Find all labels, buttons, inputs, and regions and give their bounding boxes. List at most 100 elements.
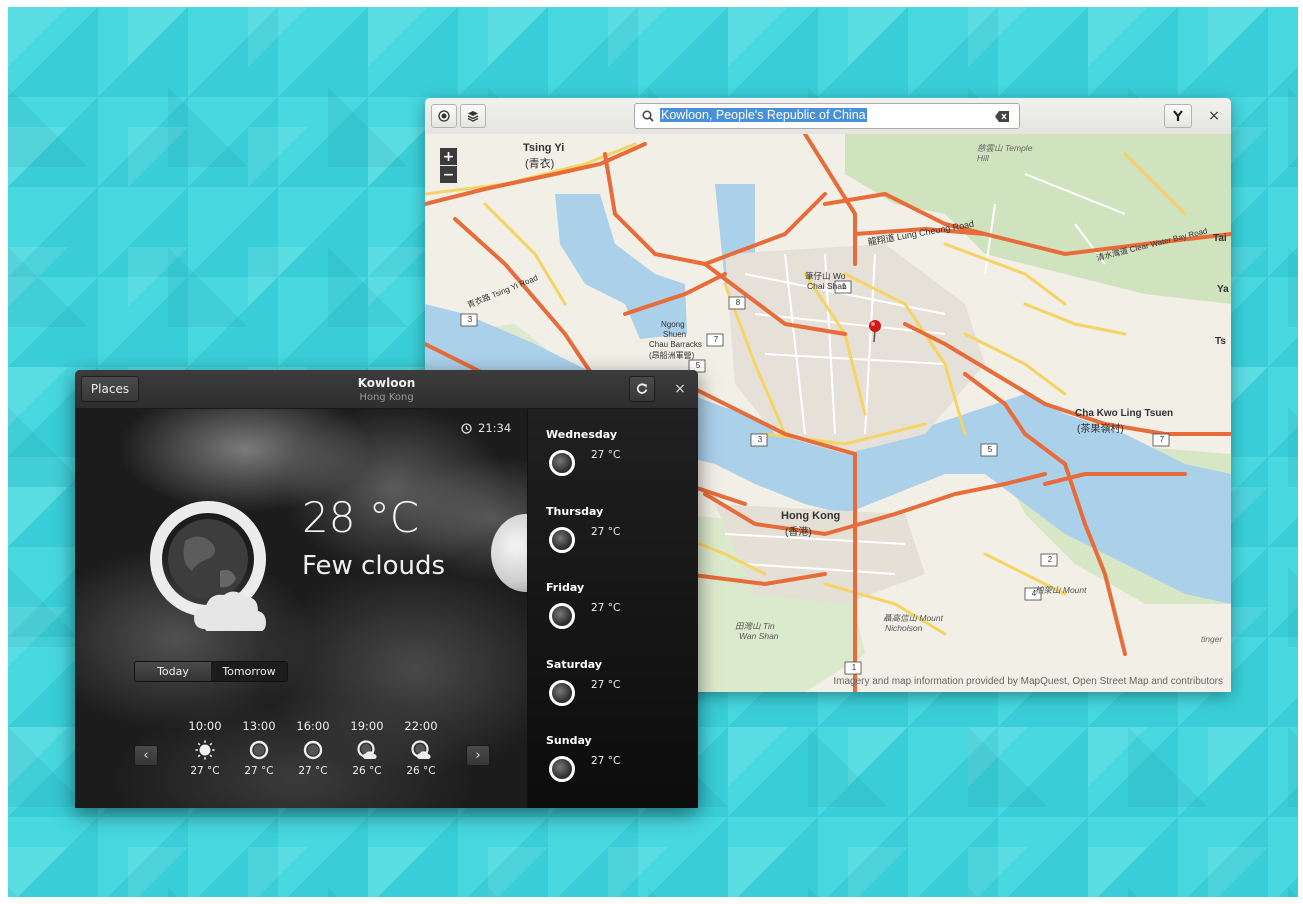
route-number: 3 bbox=[467, 315, 473, 324]
current-conditions-panel: 21:34 28 °C Few clouds Today Tomorrow ‹ … bbox=[75, 409, 527, 808]
map-label-tsing-yi: Tsing Yi bbox=[523, 142, 565, 154]
map-label-barracks-cn: (昂船洲軍營) bbox=[649, 351, 695, 360]
moon-icon bbox=[549, 527, 575, 553]
map-label-hong-kong: Hong Kong bbox=[781, 510, 841, 522]
moon-cloud-icon bbox=[357, 740, 377, 760]
weather-location-title: Kowloon bbox=[357, 376, 416, 390]
sun-icon bbox=[195, 740, 215, 760]
weather-close-button[interactable]: × bbox=[667, 376, 693, 402]
tab-tomorrow[interactable]: Tomorrow bbox=[211, 662, 287, 681]
location-target-icon bbox=[438, 110, 450, 122]
map-label-ngong: Ngong bbox=[661, 320, 685, 329]
forecast-day-name: Friday bbox=[546, 581, 585, 594]
refresh-icon bbox=[636, 383, 648, 394]
route-number: 4 bbox=[1031, 589, 1037, 598]
map-label-cha-kwo-ling-cn: (茶果嶺村) bbox=[1077, 424, 1124, 435]
hour-temp: 26 °C bbox=[352, 765, 382, 777]
maps-header-bar: Kowloon, People's Republic of China × bbox=[425, 98, 1231, 135]
map-label-wan-shan: Wan Shan bbox=[739, 631, 779, 641]
maps-close-button[interactable]: × bbox=[1203, 104, 1225, 128]
weather-window: Places Kowloon Hong Kong × 21:34 28 °C F… bbox=[75, 370, 698, 808]
map-attribution: Imagery and map information provided by … bbox=[833, 676, 1223, 687]
map-label-ts: Ts bbox=[1215, 336, 1226, 347]
moon-icon bbox=[549, 603, 575, 629]
zoom-out-button[interactable]: − bbox=[440, 166, 457, 183]
hour-temp: 27 °C bbox=[190, 765, 220, 777]
hour-time: 10:00 bbox=[188, 719, 222, 733]
route-number: 8 bbox=[735, 298, 741, 307]
moon-icon bbox=[549, 756, 575, 782]
forecast-day-name: Thursday bbox=[546, 505, 604, 518]
forecast-day-temp: 27 °C bbox=[591, 526, 621, 538]
moon-background-image bbox=[491, 514, 527, 592]
map-label-shuen: Shuen bbox=[663, 330, 687, 339]
route-number: 3 bbox=[757, 435, 763, 444]
hourly-item: 13:00 27 °C bbox=[239, 719, 279, 777]
hour-temp: 27 °C bbox=[244, 765, 274, 777]
hourly-item: 16:00 27 °C bbox=[293, 719, 333, 777]
current-condition: Few clouds bbox=[302, 551, 446, 581]
route-number: 7 bbox=[1159, 435, 1165, 444]
clock-time: 21:34 bbox=[478, 421, 512, 435]
map-label-hong-kong-cn: (香港) bbox=[785, 527, 812, 538]
hour-time: 22:00 bbox=[404, 719, 438, 733]
forecast-day-name: Sunday bbox=[546, 734, 592, 747]
route-fork-icon bbox=[1173, 110, 1183, 121]
day-toggle: Today Tomorrow bbox=[134, 661, 288, 682]
moon-icon bbox=[549, 450, 575, 476]
hourly-item: 22:00 26 °C bbox=[401, 719, 441, 777]
current-location-button[interactable] bbox=[431, 104, 457, 128]
moon-icon bbox=[549, 680, 575, 706]
forecast-day-temp: 27 °C bbox=[591, 755, 621, 767]
hourly-item: 19:00 26 °C bbox=[347, 719, 387, 777]
map-label-tsing-yi-cn: (青衣) bbox=[525, 158, 555, 170]
route-number: 1 bbox=[841, 282, 847, 291]
search-icon bbox=[642, 110, 654, 122]
route-number: 7 bbox=[713, 335, 719, 344]
map-label-tinger: tinger bbox=[1201, 634, 1223, 644]
tab-today[interactable]: Today bbox=[135, 662, 211, 681]
map-label-temple-hill-2: Hill bbox=[977, 153, 989, 163]
forecast-day-name: Saturday bbox=[546, 658, 602, 671]
hour-time: 19:00 bbox=[350, 719, 384, 733]
daily-forecast-sidebar: Wednesday 27 °C Thursday 27 °C Friday 27… bbox=[527, 409, 698, 808]
zoom-in-button[interactable]: + bbox=[440, 148, 457, 165]
map-label-ya: Ya bbox=[1217, 284, 1229, 295]
hour-temp: 26 °C bbox=[406, 765, 436, 777]
map-search-input[interactable]: Kowloon, People's Republic of China bbox=[634, 103, 1020, 129]
weather-header-bar: Places Kowloon Hong Kong × bbox=[75, 370, 698, 409]
clock-icon bbox=[461, 422, 472, 434]
refresh-button[interactable] bbox=[629, 376, 655, 402]
forecast-day-temp: 27 °C bbox=[591, 679, 621, 691]
hourly-item: 10:00 27 °C bbox=[185, 719, 225, 777]
hour-time: 13:00 bbox=[242, 719, 276, 733]
moon-cloud-icon bbox=[411, 740, 431, 760]
route-number: 2 bbox=[1047, 555, 1053, 564]
route-number: 5 bbox=[695, 361, 701, 370]
map-layers-button[interactable] bbox=[460, 104, 486, 128]
moon-icon bbox=[249, 740, 269, 760]
map-label-mount-butler: 柏架山 Mount bbox=[1035, 585, 1087, 595]
map-label-nicholson: Nicholson bbox=[885, 623, 923, 633]
hourly-prev-button[interactable]: ‹ bbox=[134, 745, 158, 766]
map-label-tai: Tai bbox=[1213, 233, 1227, 244]
hour-temp: 27 °C bbox=[298, 765, 328, 777]
route-number: 1 bbox=[851, 663, 857, 672]
forecast-day-temp: 27 °C bbox=[591, 449, 621, 461]
clock: 21:34 bbox=[461, 421, 511, 435]
hour-time: 16:00 bbox=[296, 719, 330, 733]
route-button[interactable] bbox=[1164, 104, 1192, 128]
map-label-chau-barracks: Chau Barracks bbox=[649, 340, 702, 349]
zoom-controls: + − bbox=[440, 148, 457, 183]
forecast-day-name: Wednesday bbox=[546, 428, 618, 441]
layers-icon bbox=[467, 111, 479, 122]
search-value: Kowloon, People's Republic of China bbox=[660, 108, 867, 122]
hourly-next-button[interactable]: › bbox=[466, 745, 490, 766]
weather-location-subtitle: Hong Kong bbox=[359, 392, 414, 403]
forecast-day-temp: 27 °C bbox=[591, 602, 621, 614]
clear-text-icon[interactable] bbox=[995, 111, 1009, 122]
moon-icon bbox=[303, 740, 323, 760]
map-label-cha-kwo-ling: Cha Kwo Ling Tsuen bbox=[1075, 408, 1174, 419]
route-number: 5 bbox=[987, 445, 993, 454]
current-temperature: 28 °C bbox=[302, 493, 420, 542]
